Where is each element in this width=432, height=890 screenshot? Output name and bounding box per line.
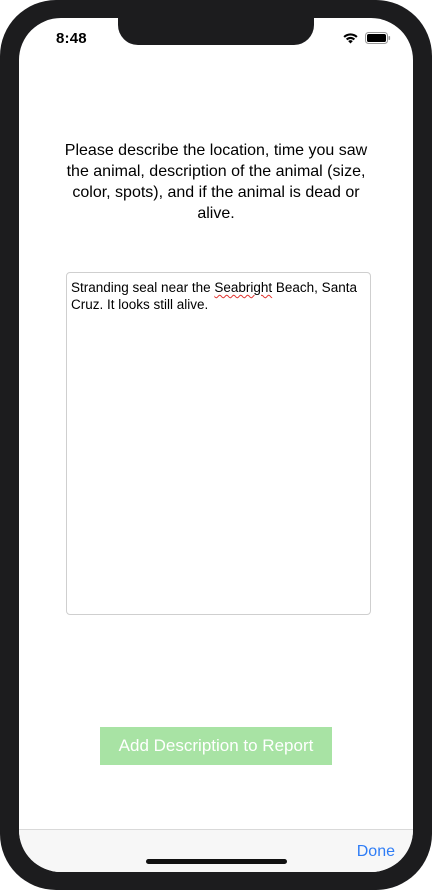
description-text-start: Stranding seal near the	[71, 280, 215, 295]
app-screen: 8:48 Please describe the location, time …	[19, 18, 413, 872]
device-notch	[118, 18, 314, 45]
keyboard-toolbar: Done	[19, 829, 413, 872]
add-description-button[interactable]: Add Description to Report	[100, 727, 332, 765]
done-button[interactable]: Done	[357, 843, 395, 861]
description-textarea[interactable]: Stranding seal near the Seabright Beach,…	[66, 272, 371, 615]
description-text[interactable]: Stranding seal near the Seabright Beach,…	[71, 279, 363, 313]
instructions-text: Please describe the location, time you s…	[64, 142, 368, 222]
status-icons	[342, 32, 391, 44]
misspelled-word[interactable]: Seabright	[214, 280, 272, 295]
phone-frame: 8:48 Please describe the location, time …	[0, 0, 432, 890]
battery-icon	[365, 32, 391, 44]
home-indicator[interactable]	[146, 859, 287, 864]
wifi-icon	[342, 32, 359, 44]
status-time: 8:48	[56, 30, 87, 47]
